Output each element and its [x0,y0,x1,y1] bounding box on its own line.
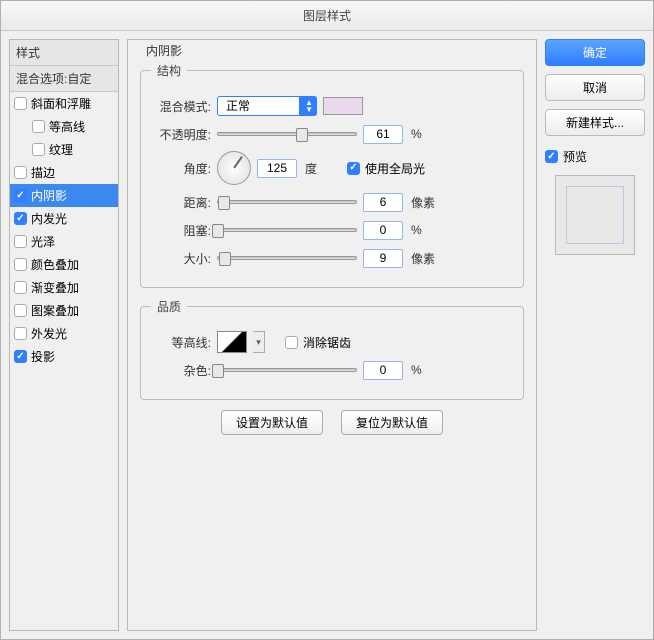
opacity-label: 不透明度: [151,126,211,143]
noise-label: 杂色: [151,362,211,379]
style-item-checkbox[interactable] [14,235,27,248]
style-item-11[interactable]: 投影 [10,345,118,368]
blend-options-header[interactable]: 混合选项:自定 [10,66,118,92]
style-item-checkbox[interactable] [14,304,27,317]
preview-checkbox[interactable] [545,150,558,163]
distance-unit: 像素 [411,194,441,211]
ok-button[interactable]: 确定 [545,39,645,66]
style-item-label: 等高线 [49,118,85,135]
style-item-checkbox[interactable] [32,143,45,156]
blend-mode-label: 混合模式: [151,98,211,115]
angle-unit: 度 [305,160,335,177]
opacity-unit: % [411,127,441,141]
style-item-label: 颜色叠加 [31,256,79,273]
anti-alias-label: 消除锯齿 [303,334,351,351]
blend-mode-select[interactable]: 正常 [217,96,317,116]
styles-header[interactable]: 样式 [10,40,118,66]
style-item-5[interactable]: 内发光 [10,207,118,230]
contour-picker[interactable] [217,331,247,353]
angle-input[interactable] [257,159,297,178]
style-item-9[interactable]: 图案叠加 [10,299,118,322]
style-item-checkbox[interactable] [14,97,27,110]
style-item-label: 图案叠加 [31,302,79,319]
style-item-label: 描边 [31,164,55,181]
dialog-content: 样式 混合选项:自定 斜面和浮雕等高线纹理描边内阴影内发光光泽颜色叠加渐变叠加图… [1,31,653,639]
style-item-2[interactable]: 纹理 [10,138,118,161]
angle-dial[interactable] [217,151,251,185]
style-item-0[interactable]: 斜面和浮雕 [10,92,118,115]
angle-label: 角度: [151,160,211,177]
style-item-checkbox[interactable] [14,350,27,363]
style-item-3[interactable]: 描边 [10,161,118,184]
set-default-button[interactable]: 设置为默认值 [221,410,323,435]
style-item-7[interactable]: 颜色叠加 [10,253,118,276]
global-light-label: 使用全局光 [365,160,425,177]
style-item-checkbox[interactable] [14,258,27,271]
noise-input[interactable] [363,361,403,380]
style-item-label: 内发光 [31,210,67,227]
size-unit: 像素 [411,250,441,267]
layer-style-dialog: 图层样式 样式 混合选项:自定 斜面和浮雕等高线纹理描边内阴影内发光光泽颜色叠加… [0,0,654,640]
style-item-4[interactable]: 内阴影 [10,184,118,207]
center-panel: 内阴影 结构 混合模式: 正常 ▲▼ 不透明度: [127,39,537,631]
cancel-button[interactable]: 取消 [545,74,645,101]
distance-slider[interactable] [217,200,357,204]
structure-group: 结构 混合模式: 正常 ▲▼ 不透明度: % [140,62,524,288]
choke-input[interactable] [363,221,403,240]
contour-label: 等高线: [151,334,211,351]
noise-slider[interactable] [217,368,357,372]
preview-thumbnail [555,175,635,255]
style-item-checkbox[interactable] [14,166,27,179]
choke-unit: % [411,223,441,237]
distance-label: 距离: [151,194,211,211]
right-column: 确定 取消 新建样式... 预览 [545,39,645,631]
color-swatch[interactable] [323,97,363,115]
noise-unit: % [411,363,441,377]
new-style-button[interactable]: 新建样式... [545,109,645,136]
styles-list-panel: 样式 混合选项:自定 斜面和浮雕等高线纹理描边内阴影内发光光泽颜色叠加渐变叠加图… [9,39,119,631]
size-slider[interactable] [217,256,357,260]
quality-legend: 品质 [151,298,187,315]
style-item-label: 投影 [31,348,55,365]
style-item-label: 外发光 [31,325,67,342]
style-item-label: 纹理 [49,141,73,158]
style-item-label: 斜面和浮雕 [31,95,91,112]
structure-legend: 结构 [151,62,187,79]
anti-alias-checkbox[interactable] [285,336,298,349]
opacity-slider[interactable] [217,132,357,136]
panel-title: 内阴影 [142,42,186,59]
global-light-checkbox[interactable] [347,162,360,175]
size-label: 大小: [151,250,211,267]
style-item-label: 渐变叠加 [31,279,79,296]
style-item-checkbox[interactable] [14,212,27,225]
choke-label: 阻塞: [151,222,211,239]
window-title: 图层样式 [1,1,653,31]
preview-label: 预览 [563,148,587,165]
opacity-input[interactable] [363,125,403,144]
quality-group: 品质 等高线: ▾ 消除锯齿 杂色: % [140,298,524,400]
style-item-checkbox[interactable] [32,120,45,133]
style-item-label: 光泽 [31,233,55,250]
contour-dropdown-icon[interactable]: ▾ [253,331,265,353]
distance-input[interactable] [363,193,403,212]
style-item-1[interactable]: 等高线 [10,115,118,138]
choke-slider[interactable] [217,228,357,232]
style-item-checkbox[interactable] [14,327,27,340]
style-item-checkbox[interactable] [14,281,27,294]
style-item-10[interactable]: 外发光 [10,322,118,345]
style-item-6[interactable]: 光泽 [10,230,118,253]
style-item-label: 内阴影 [31,187,67,204]
reset-default-button[interactable]: 复位为默认值 [341,410,443,435]
style-item-checkbox[interactable] [14,189,27,202]
style-item-8[interactable]: 渐变叠加 [10,276,118,299]
size-input[interactable] [363,249,403,268]
